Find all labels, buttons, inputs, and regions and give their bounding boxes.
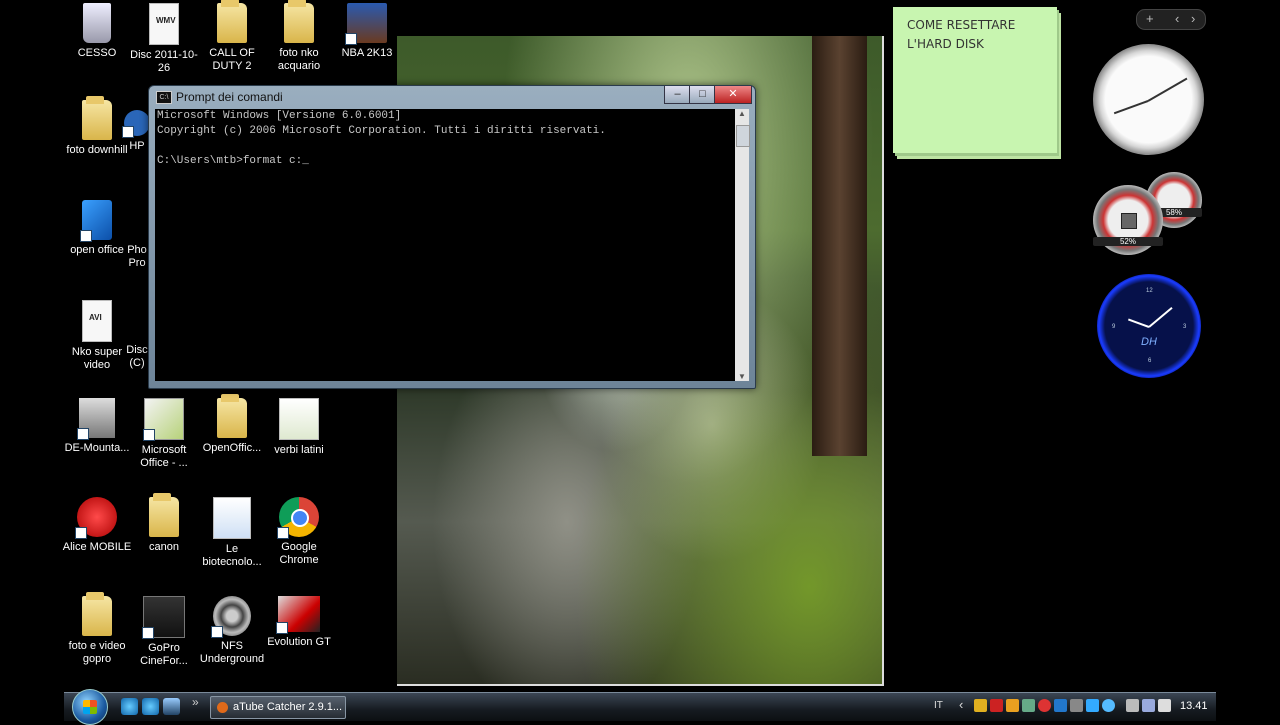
spreadsheet-icon — [279, 398, 319, 440]
prev-gadgets-button[interactable]: ‹ — [1175, 11, 1179, 26]
window-titlebar[interactable]: C:\ Prompt dei comandi – □ ✕ — [149, 86, 755, 108]
desktop-icon-openoffice[interactable]: OpenOffic... — [196, 394, 268, 455]
folder-icon — [217, 394, 247, 438]
evolution-gt-icon — [276, 596, 320, 634]
command-prompt-window[interactable]: C:\ Prompt dei comandi – □ ✕ Microsoft W… — [148, 85, 756, 389]
taskbar-item-atube-catcher[interactable]: aTube Catcher 2.9.1... — [210, 696, 346, 719]
desktop-icon-alice-mobile[interactable]: Alice MOBILE — [61, 497, 133, 554]
blue-clock-hand-minute — [1148, 306, 1173, 328]
cpu-chip-icon — [1121, 213, 1137, 229]
wheel-icon — [211, 596, 251, 638]
alice-icon — [75, 497, 117, 539]
display-icon[interactable] — [1070, 699, 1083, 712]
maximize-button[interactable]: □ — [689, 86, 716, 104]
sync-icon[interactable] — [1102, 699, 1115, 712]
next-gadgets-button[interactable]: › — [1191, 11, 1195, 26]
desktop-icon-gopro-cineform[interactable]: GoPro CineFor... — [128, 596, 200, 668]
folder-icon — [284, 0, 314, 43]
internet-explorer-icon[interactable] — [142, 698, 159, 715]
internet-explorer-icon[interactable] — [121, 698, 138, 715]
cpu-percent: 52% — [1093, 237, 1163, 246]
office-icon — [143, 398, 184, 441]
device-icon[interactable] — [1054, 699, 1067, 712]
cpu-meter-gadget[interactable]: 52% — [1093, 185, 1163, 255]
photo-icon — [130, 200, 144, 240]
shield-icon[interactable] — [974, 699, 987, 712]
scroll-up-arrow-icon[interactable]: ▲ — [735, 109, 749, 118]
language-indicator[interactable]: IT — [934, 700, 943, 711]
blue-clock-brand: DH — [1141, 336, 1157, 348]
tray-app-icon[interactable] — [1006, 699, 1019, 712]
gopro-icon — [142, 596, 185, 639]
clock-hand-minute — [1147, 77, 1188, 102]
desktop-icon-foto-gopro[interactable]: foto e video gopro — [61, 592, 133, 666]
close-button[interactable]: ✕ — [714, 86, 752, 104]
minimize-button[interactable]: – — [664, 86, 691, 104]
desktop-icon-nba-2k13[interactable]: NBA 2K13 — [331, 3, 403, 60]
show-desktop-icon[interactable] — [163, 698, 180, 715]
clock-hand-hour — [1113, 100, 1149, 115]
desktop-icon-canon[interactable]: canon — [128, 493, 200, 554]
volume-icon[interactable] — [1158, 699, 1171, 712]
nba-player-icon — [345, 3, 387, 45]
blue-clock-hand-hour — [1127, 318, 1150, 328]
note-line-1: COME RESETTARE — [907, 18, 1016, 32]
console-prompt-line[interactable]: C:\Users\mtb>format c:_ — [155, 154, 735, 169]
wallpaper-tree-trunk — [812, 36, 867, 456]
antivirus-icon[interactable] — [990, 699, 1003, 712]
desktop-icon-disc[interactable]: WMV Disc 2011-10-26 — [128, 3, 200, 75]
desktop-icon-call-of-duty[interactable]: CALL OF DUTY 2 — [196, 0, 268, 73]
desktop-icon-verbi-latini[interactable]: verbi latini — [263, 398, 335, 457]
desktop-icon-le-biotecnologie[interactable]: Le biotecnolo... — [196, 497, 268, 569]
disc-icon — [130, 300, 144, 340]
console-app-icon: C:\ — [156, 91, 172, 104]
video-file-icon: AVI — [82, 300, 112, 342]
folder-icon — [82, 96, 112, 140]
safely-remove-icon[interactable] — [1126, 699, 1139, 712]
scrollbar-thumb[interactable] — [736, 125, 750, 147]
add-gadget-button[interactable]: + — [1146, 11, 1154, 26]
desktop-icon-foto-nko[interactable]: foto nko acquario — [263, 0, 335, 73]
desktop-icon-nfs-underground[interactable]: NFS Underground — [196, 596, 268, 666]
console-line: Microsoft Windows [Versione 6.0.6001] — [157, 110, 402, 122]
desktop-icon-google-chrome[interactable]: Google Chrome — [263, 497, 335, 567]
desktop-icon-microsoft-office[interactable]: Microsoft Office - ... — [128, 398, 200, 470]
console-output-area[interactable]: Microsoft Windows [Versione 6.0.6001] Co… — [155, 109, 735, 381]
folder-icon — [217, 0, 247, 43]
network-status-icon[interactable] — [1142, 699, 1155, 712]
console-line — [155, 139, 735, 154]
bluetooth-icon[interactable] — [1086, 699, 1099, 712]
folder-icon — [149, 493, 179, 537]
clock-gadget[interactable] — [1093, 44, 1204, 155]
sticky-note-gadget[interactable]: COME RESETTARE L'HARD DISK — [893, 7, 1057, 153]
desktop-icon-cesso[interactable]: CESSO — [61, 3, 133, 60]
tool-icon — [77, 398, 115, 440]
taskbar: » aTube Catcher 2.9.1... IT ‹ 13.41 — [64, 689, 1216, 725]
note-line-2: L'HARD DISK — [907, 37, 984, 51]
folder-icon — [82, 592, 112, 636]
tray-expand-chevron-icon[interactable]: ‹ — [959, 697, 963, 712]
chrome-icon — [277, 497, 319, 539]
window-title: Prompt dei comandi — [176, 90, 283, 104]
hp-icon — [122, 110, 150, 138]
sidebar-controls: + ‹ › — [1136, 9, 1206, 30]
quicklaunch-more-chevron-icon[interactable]: » — [192, 695, 199, 709]
scroll-down-arrow-icon[interactable]: ▼ — [735, 372, 749, 381]
messenger-icon[interactable] — [1038, 699, 1051, 712]
atube-catcher-icon — [217, 702, 228, 713]
desktop-icon-evolution-gt[interactable]: Evolution GT — [263, 596, 335, 649]
desktop-icon-de-mountain[interactable]: DE-Mounta... — [61, 398, 133, 455]
installer-icon — [80, 200, 112, 242]
console-line: Copyright (c) 2006 Microsoft Corporation… — [157, 125, 606, 137]
windows-logo-icon — [83, 700, 97, 714]
vertical-scrollbar[interactable]: ▲ ▼ — [735, 109, 750, 381]
note-text[interactable]: COME RESETTARE L'HARD DISK — [893, 7, 1057, 63]
recycle-bin-icon — [83, 3, 111, 43]
blue-clock-gadget[interactable]: 12 3 6 9 DH — [1097, 274, 1201, 378]
word-document-icon — [213, 497, 251, 539]
network-icon[interactable] — [1022, 699, 1035, 712]
tray-clock[interactable]: 13.41 — [1180, 700, 1208, 712]
video-file-icon: WMV — [149, 3, 179, 45]
